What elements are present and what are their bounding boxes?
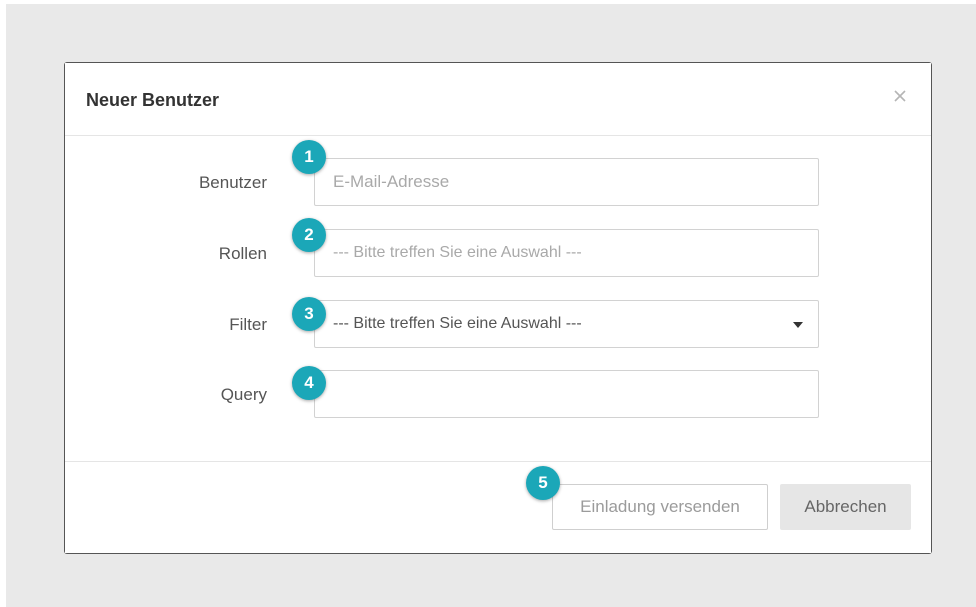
user-email-input[interactable] (315, 159, 818, 205)
roles-multiselect[interactable]: --- Bitte treffen Sie eine Auswahl --- (314, 229, 819, 277)
user-label: Benutzer (198, 173, 267, 192)
roles-placeholder: --- Bitte treffen Sie eine Auswahl --- (333, 244, 582, 261)
filter-select[interactable]: --- Bitte treffen Sie eine Auswahl --- (314, 300, 819, 348)
close-icon[interactable] (891, 87, 909, 105)
dialog-title: Neuer Benutzer (86, 90, 220, 110)
dialog-body: Neuer Benutzer Benutzer 1 Rollen --- Bit… (65, 63, 931, 553)
query-field[interactable] (314, 370, 819, 418)
annotation-badge-5: 5 (526, 466, 560, 500)
form-row-query: Query 4 (65, 366, 931, 420)
form-row-user: Benutzer 1 (65, 140, 931, 208)
send-invitation-button[interactable]: Einladung versenden (552, 484, 768, 530)
annotation-badge-1: 1 (292, 140, 326, 174)
annotation-badge-4: 4 (292, 366, 326, 400)
query-input[interactable] (315, 371, 818, 417)
form-row-filter: Filter --- Bitte treffen Sie eine Auswah… (65, 297, 931, 350)
new-user-dialog: Neuer Benutzer Benutzer 1 Rollen --- Bit… (64, 62, 932, 554)
annotation-badge-3: 3 (292, 297, 326, 331)
dialog-header: Neuer Benutzer (65, 63, 931, 136)
query-label: Query (220, 385, 267, 404)
annotation-badge-2: 2 (292, 218, 326, 252)
user-email-field[interactable] (314, 158, 819, 206)
caret-down-icon (793, 322, 803, 328)
filter-selected-value: --- Bitte treffen Sie eine Auswahl --- (333, 315, 582, 332)
roles-label: Rollen (218, 244, 267, 263)
form-row-roles: Rollen --- Bitte treffen Sie eine Auswah… (65, 218, 931, 279)
dialog-footer: Einladung versenden Abbrechen 5 (65, 461, 931, 553)
cancel-button[interactable]: Abbrechen (780, 484, 911, 530)
filter-label: Filter (229, 315, 267, 334)
